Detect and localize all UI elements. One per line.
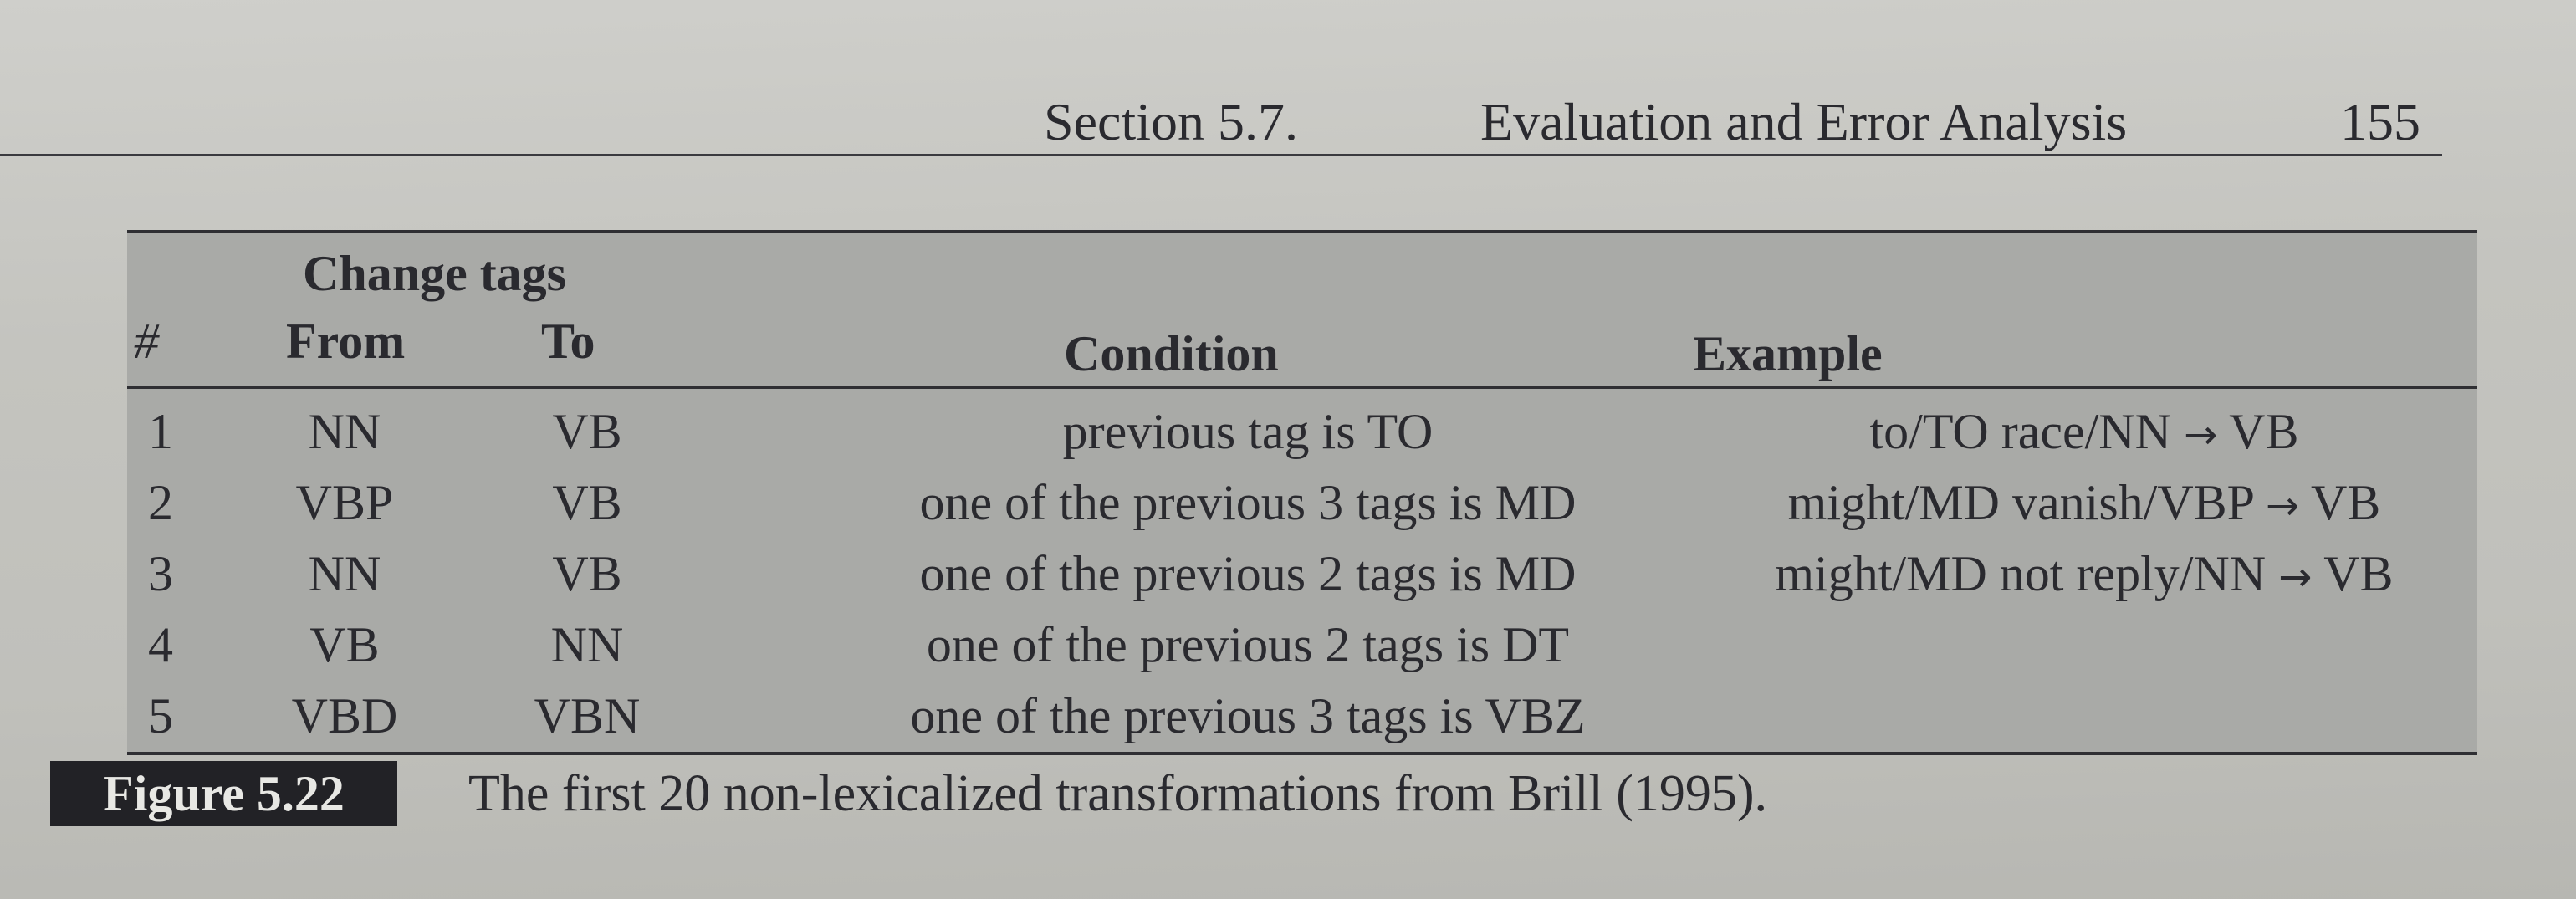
header-change-tags: Change tags — [303, 246, 567, 301]
row-number: 4 — [148, 617, 173, 672]
header-example: Example — [1693, 326, 1883, 381]
from-tag: VBD — [291, 688, 398, 743]
header-condition: Condition — [1064, 326, 1279, 381]
running-head: Section 5.7. Evaluation and Error Analys… — [0, 79, 2576, 155]
header-underline — [127, 386, 2477, 389]
example-after: VB — [2323, 546, 2394, 601]
transformations-table: Change tags # From To Condition Example … — [127, 230, 2477, 755]
from-tag: VB — [309, 617, 380, 672]
right-arrow-icon: → — [2183, 411, 2218, 458]
condition-cell: previous tag is TO — [1062, 404, 1434, 459]
example-cell: to/TO race/NN → VB — [1699, 403, 2469, 461]
to-tag: VBN — [534, 688, 641, 743]
to-tag: VB — [552, 546, 622, 601]
header-from: From — [286, 314, 406, 369]
row-number: 1 — [148, 404, 173, 459]
to-tag: NN — [550, 617, 624, 672]
example-cell: might/MD vanish/VBP → VB — [1699, 474, 2469, 532]
to-tag: VB — [552, 404, 622, 459]
condition-cell: one of the previous 2 tags is MD — [919, 546, 1577, 601]
section-title: Evaluation and Error Analysis — [1480, 92, 2128, 151]
example-before: might/MD not reply/NN — [1775, 546, 2267, 601]
example-after: VB — [2310, 475, 2381, 530]
page-number: 155 — [2340, 92, 2420, 151]
example-after: VB — [2229, 404, 2299, 459]
example-cell: might/MD not reply/NN → VB — [1699, 545, 2469, 603]
right-arrow-icon: → — [2265, 483, 2300, 529]
header-rule — [0, 154, 2442, 156]
condition-cell: one of the previous 3 tags is MD — [919, 475, 1577, 530]
figure-label: Figure 5.22 — [50, 761, 397, 826]
from-tag: VBP — [295, 475, 394, 530]
row-number: 3 — [148, 546, 173, 601]
condition-cell: one of the previous 3 tags is VBZ — [910, 688, 1586, 743]
right-arrow-icon: → — [2278, 554, 2313, 600]
section-number: Section 5.7. — [1044, 92, 1298, 151]
header-to: To — [541, 314, 595, 369]
row-number: 2 — [148, 475, 173, 530]
condition-cell: one of the previous 2 tags is DT — [926, 617, 1570, 672]
to-tag: VB — [552, 475, 622, 530]
example-before: to/TO race/NN — [1869, 404, 2171, 459]
from-tag: NN — [308, 546, 381, 601]
from-tag: NN — [308, 404, 381, 459]
header-number: # — [134, 314, 159, 369]
row-number: 5 — [148, 688, 173, 743]
example-before: might/MD vanish/VBP — [1787, 475, 2253, 530]
figure-caption: The first 20 non-lexicalized transformat… — [468, 765, 1768, 822]
